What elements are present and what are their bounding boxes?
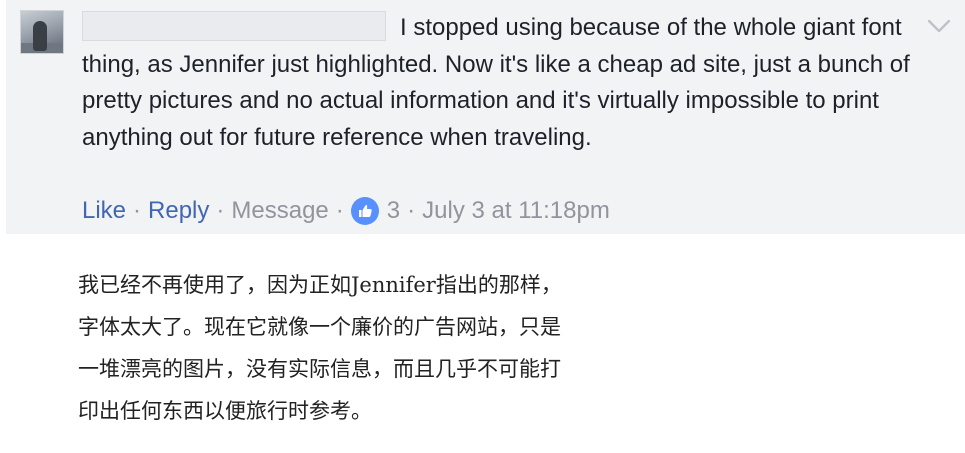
message-link[interactable]: Message [231,194,328,228]
translation-line: 我已经不再使用了，因为正如Jennifer指出的那样， [78,273,562,297]
reply-link[interactable]: Reply [148,194,209,228]
translation-line: 一堆漂亮的图片，没有实际信息，而且几乎不可能打 [78,357,561,381]
separator: · [133,197,142,224]
translation-line: 字体太大了。现在它就像一个廉价的广告网站，只是 [78,315,561,339]
reaction-count[interactable]: 3 [387,194,400,228]
comment-text: I stopped using because of the whole gia… [82,14,910,151]
separator: · [216,197,225,224]
timestamp[interactable]: July 3 at 11:18pm [422,194,610,228]
separator: · [335,197,344,224]
thumbs-up-icon[interactable] [350,197,379,225]
avatar[interactable] [20,10,64,54]
chevron-down-icon[interactable] [926,18,952,34]
separator: · [407,197,416,224]
avatar-figure [33,21,47,51]
translation-line: 印出任何东西以便旅行时参考。 [78,399,372,423]
like-link[interactable]: Like [82,194,126,228]
chinese-translation: 我已经不再使用了，因为正如Jennifer指出的那样， 字体太大了。现在它就像一… [78,264,638,432]
comment-actions: Like · Reply · Message · 3 · July 3 at 1… [82,194,610,228]
